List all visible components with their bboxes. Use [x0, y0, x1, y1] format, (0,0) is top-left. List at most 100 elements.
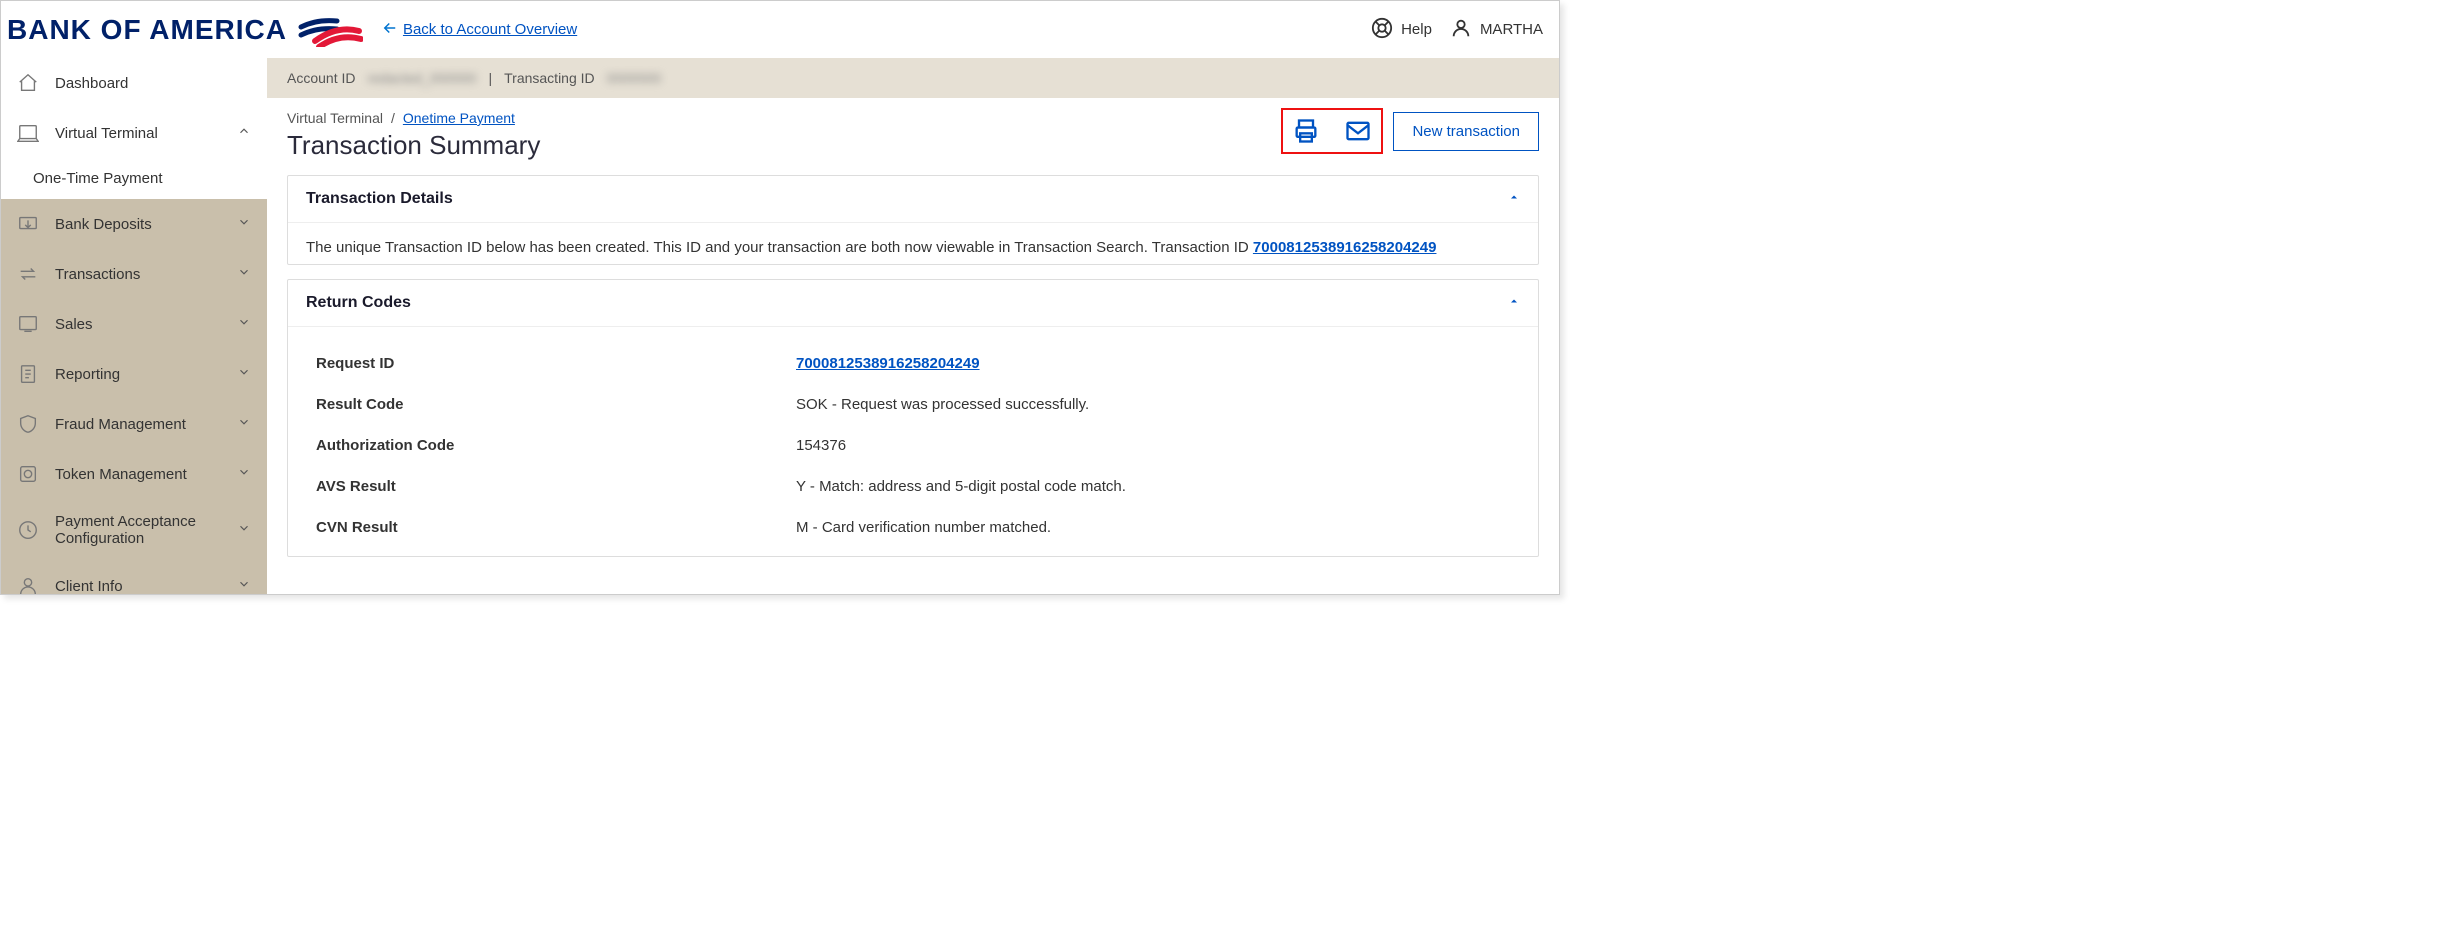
return-codes-row-authorization-code: Authorization Code 154376 — [306, 425, 1520, 466]
config-icon — [17, 519, 39, 541]
sidebar-item-virtual-terminal[interactable]: Virtual Terminal — [1, 108, 267, 158]
sidebar-subitem-one-time-payment[interactable]: One-Time Payment — [1, 158, 267, 199]
panel-transaction-details: Transaction Details The unique Transacti… — [287, 175, 1539, 265]
sales-icon — [17, 313, 39, 335]
client-icon — [17, 575, 39, 594]
sidebar-item-token-management[interactable]: Token Management — [1, 449, 267, 499]
deposits-icon — [17, 213, 39, 235]
transaction-id-link[interactable]: 7000812538916258204249 — [1253, 239, 1437, 256]
sidebar-item-label: Transactions — [55, 266, 140, 283]
row-key: Request ID — [306, 355, 796, 372]
sidebar-item-dashboard[interactable]: Dashboard — [1, 58, 267, 108]
sidebar-item-label: Bank Deposits — [55, 216, 152, 233]
row-value: SOK - Request was processed successfully… — [796, 396, 1089, 413]
chevron-down-icon — [237, 365, 251, 383]
request-id-link[interactable]: 7000812538916258204249 — [796, 355, 980, 372]
app-window: BANK OF AMERICA Back to Account Overview — [0, 0, 1560, 595]
chevron-down-icon — [237, 215, 251, 233]
report-icon — [17, 363, 39, 385]
sidebar-item-label: Fraud Management — [55, 416, 186, 433]
body-row: Dashboard Virtual Terminal One-Time Paym… — [1, 58, 1559, 594]
new-transaction-button[interactable]: New transaction — [1393, 112, 1539, 151]
breadcrumb-root: Virtual Terminal — [287, 110, 383, 126]
back-to-overview-link[interactable]: Back to Account Overview — [403, 21, 577, 38]
breadcrumb: Virtual Terminal / Onetime Payment — [287, 110, 540, 126]
transaction-message-text: The unique Transaction ID below has been… — [306, 239, 1253, 256]
breadcrumb-link-onetime-payment[interactable]: Onetime Payment — [403, 110, 515, 126]
print-icon — [1292, 117, 1320, 145]
sidebar-item-label: Payment Acceptance Configuration — [55, 513, 205, 547]
sidebar: Dashboard Virtual Terminal One-Time Paym… — [1, 58, 267, 594]
transactions-icon — [17, 263, 39, 285]
panel-return-codes: Return Codes Request ID 7000812538916258… — [287, 279, 1539, 557]
sidebar-item-sales[interactable]: Sales — [1, 299, 267, 349]
caret-up-icon — [1508, 294, 1520, 312]
page-header-row: Virtual Terminal / Onetime Payment Trans… — [287, 108, 1539, 161]
brand-logo: BANK OF AMERICA — [7, 13, 363, 47]
top-header: BANK OF AMERICA Back to Account Overview — [1, 1, 1559, 58]
chevron-up-icon — [237, 124, 251, 142]
user-menu-button[interactable]: MARTHA — [1450, 17, 1543, 43]
breadcrumb-separator: / — [391, 110, 395, 126]
chevron-down-icon — [237, 315, 251, 333]
user-name: MARTHA — [1480, 21, 1543, 38]
row-key: AVS Result — [306, 478, 796, 495]
print-button[interactable] — [1289, 114, 1323, 148]
row-value: M - Card verification number matched. — [796, 519, 1051, 536]
panel-header-return-codes[interactable]: Return Codes — [288, 280, 1538, 327]
page-title: Transaction Summary — [287, 130, 540, 161]
back-link-wrap[interactable]: Back to Account Overview — [381, 19, 577, 41]
row-value: 154376 — [796, 437, 846, 454]
token-icon — [17, 463, 39, 485]
sidebar-item-label: Reporting — [55, 366, 120, 383]
row-key: CVN Result — [306, 519, 796, 536]
chevron-down-icon — [237, 465, 251, 483]
sidebar-item-bank-deposits[interactable]: Bank Deposits — [1, 199, 267, 249]
sidebar-item-label: Sales — [55, 316, 93, 333]
brand-mark-icon — [297, 13, 363, 47]
sidebar-subitem-label: One-Time Payment — [33, 170, 163, 187]
sidebar-item-label: Token Management — [55, 466, 187, 483]
sidebar-item-transactions[interactable]: Transactions — [1, 249, 267, 299]
panel-title: Return Codes — [306, 294, 411, 312]
transacting-id-value: 0000000 — [607, 70, 662, 86]
brand-text: BANK OF AMERICA — [7, 14, 287, 46]
row-key: Authorization Code — [306, 437, 796, 454]
mail-icon — [1344, 117, 1372, 145]
transacting-id-label: Transacting ID — [504, 70, 595, 86]
user-icon — [1450, 17, 1472, 43]
shield-icon — [17, 413, 39, 435]
sidebar-item-label: Dashboard — [55, 75, 128, 92]
help-button[interactable]: Help — [1371, 17, 1432, 43]
return-codes-row-cvn-result: CVN Result M - Card verification number … — [306, 507, 1520, 548]
content-area: Account ID redacted_000000 | Transacting… — [267, 58, 1559, 594]
panel-header-transaction-details[interactable]: Transaction Details — [288, 176, 1538, 223]
transaction-created-message: The unique Transaction ID below has been… — [306, 239, 1520, 256]
account-id-label: Account ID — [287, 70, 355, 86]
sidebar-item-label: Virtual Terminal — [55, 125, 158, 142]
return-codes-row-result-code: Result Code SOK - Request was processed … — [306, 384, 1520, 425]
row-key: Result Code — [306, 396, 796, 413]
terminal-icon — [17, 122, 39, 144]
return-codes-row-avs-result: AVS Result Y - Match: address and 5-digi… — [306, 466, 1520, 507]
return-codes-row-request-id: Request ID 7000812538916258204249 — [306, 343, 1520, 384]
chevron-down-icon — [237, 521, 251, 539]
help-label: Help — [1401, 21, 1432, 38]
sidebar-item-client-info[interactable]: Client Info — [1, 561, 267, 594]
sidebar-item-fraud-management[interactable]: Fraud Management — [1, 399, 267, 449]
sidebar-item-label: Client Info — [55, 578, 123, 595]
email-button[interactable] — [1341, 114, 1375, 148]
account-id-value: redacted_000000 — [367, 70, 476, 86]
back-arrow-icon — [381, 19, 399, 41]
info-bar: Account ID redacted_000000 | Transacting… — [267, 58, 1559, 98]
sidebar-item-payment-acceptance-configuration[interactable]: Payment Acceptance Configuration — [1, 499, 267, 561]
caret-up-icon — [1508, 190, 1520, 208]
highlighted-action-icons — [1281, 108, 1383, 154]
page-actions: New transaction — [1281, 108, 1539, 154]
chevron-down-icon — [237, 265, 251, 283]
lifebuoy-icon — [1371, 17, 1393, 43]
header-right: Help MARTHA — [1371, 17, 1543, 43]
sidebar-item-reporting[interactable]: Reporting — [1, 349, 267, 399]
chevron-down-icon — [237, 577, 251, 594]
panel-title: Transaction Details — [306, 190, 453, 208]
